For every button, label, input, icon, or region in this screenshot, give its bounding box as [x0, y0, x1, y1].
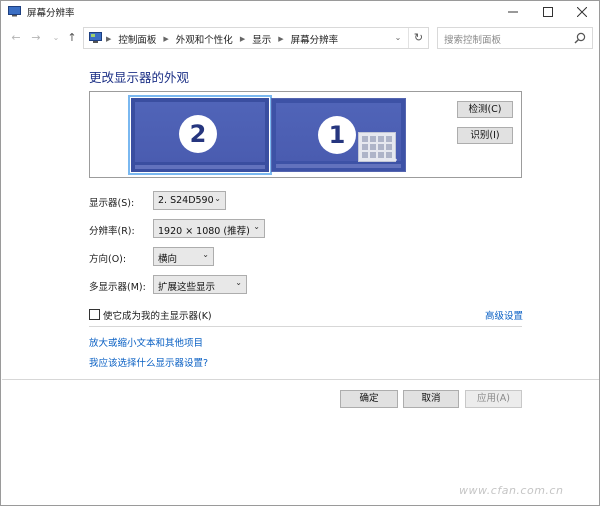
- breadcrumb-control-panel[interactable]: 控制面板: [118, 32, 156, 46]
- maximize-button[interactable]: [531, 1, 565, 23]
- maximize-icon: [543, 7, 553, 17]
- more-dots-icon: •••: [381, 156, 399, 165]
- forward-arrow-icon[interactable]: →: [29, 31, 43, 45]
- monitor-2[interactable]: 2: [128, 95, 272, 175]
- monitor-taskbar: [135, 165, 265, 169]
- up-arrow-icon[interactable]: ↑: [65, 31, 79, 45]
- advanced-settings-link[interactable]: 高级设置: [485, 308, 523, 322]
- address-dropdown-chevron-icon[interactable]: ⌄: [391, 31, 405, 45]
- minimize-button[interactable]: [496, 1, 530, 23]
- multiple-displays-label: 多显示器(M):: [89, 282, 146, 293]
- close-icon: [577, 7, 587, 17]
- breadcrumb: ▶ 控制面板 ▶ 外观和个性化 ▶ 显示 ▶ 屏幕分辨率: [106, 32, 338, 46]
- ok-button[interactable]: 确定: [340, 390, 398, 408]
- chevron-down-icon: ⌄: [253, 222, 260, 231]
- breadcrumb-separator-icon: ▶: [106, 35, 112, 43]
- display-icon: [8, 6, 21, 17]
- which-settings-link[interactable]: 我应该选择什么显示器设置?: [89, 355, 208, 369]
- refresh-icon[interactable]: ↻: [408, 28, 428, 48]
- window-title: 屏幕分辨率: [27, 8, 75, 19]
- divider: [89, 326, 522, 327]
- resolution-select-value: 1920 × 1080 (推荐): [158, 226, 250, 237]
- control-panel-icon: [89, 32, 102, 43]
- breadcrumb-separator-icon: ▶: [278, 35, 284, 43]
- address-bar[interactable]: ▶ 控制面板 ▶ 外观和个性化 ▶ 显示 ▶ 屏幕分辨率 ⌄ ↻: [83, 27, 429, 49]
- identify-button[interactable]: 识别(I): [457, 127, 513, 144]
- cancel-button[interactable]: 取消: [403, 390, 459, 408]
- orientation-select-value: 横向: [158, 254, 178, 265]
- chevron-down-icon: ⌄: [214, 194, 221, 203]
- chevron-down-icon: ⌄: [202, 250, 209, 259]
- title-bar: 屏幕分辨率: [1, 1, 599, 23]
- close-button[interactable]: [565, 1, 599, 23]
- navigation-bar: ← → ⌄ ↑ ▶ 控制面板 ▶ 外观和个性化 ▶ 显示 ▶ 屏幕分辨率 ⌄ ↻: [1, 25, 599, 51]
- recent-locations-chevron-icon[interactable]: ⌄: [49, 31, 63, 45]
- chevron-down-icon: ⌄: [235, 278, 242, 287]
- apply-button[interactable]: 应用(A): [465, 390, 522, 408]
- page-title: 更改显示器的外观: [89, 70, 190, 85]
- monitor-number-badge: 2: [179, 115, 217, 153]
- resolution-label: 分辨率(R):: [89, 226, 135, 237]
- breadcrumb-separator-icon: ▶: [239, 35, 246, 43]
- breadcrumb-display[interactable]: 显示: [252, 32, 271, 46]
- breadcrumb-appearance[interactable]: 外观和个性化: [176, 32, 233, 46]
- primary-display-label: 使它成为我的主显示器(K): [103, 311, 212, 322]
- watermark: www.cfan.com.cn: [459, 484, 564, 497]
- breadcrumb-screen-resolution[interactable]: 屏幕分辨率: [291, 32, 339, 46]
- display-select[interactable]: 2. S24D590 ⌄: [153, 191, 226, 210]
- search-icon: [574, 32, 586, 44]
- monitor-number-badge: 1: [318, 116, 356, 154]
- monitor-1[interactable]: 1 •••: [271, 98, 406, 172]
- multiple-displays-select-value: 扩展这些显示: [158, 282, 216, 293]
- orientation-label: 方向(O):: [89, 254, 127, 265]
- footer-divider: [2, 379, 599, 380]
- multiple-displays-select[interactable]: 扩展这些显示 ⌄: [153, 275, 247, 294]
- text-size-link[interactable]: 放大或缩小文本和其他项目: [89, 335, 203, 349]
- display-select-value: 2. S24D590: [158, 195, 214, 206]
- breadcrumb-separator-icon: ▶: [163, 35, 169, 43]
- search-placeholder: 搜索控制面板: [444, 35, 502, 46]
- minimize-icon: [508, 11, 518, 13]
- back-arrow-icon[interactable]: ←: [9, 31, 23, 45]
- search-input[interactable]: 搜索控制面板: [437, 27, 593, 49]
- detect-button[interactable]: 检测(C): [457, 101, 513, 118]
- window: 屏幕分辨率 ← → ⌄ ↑ ▶ 控制面板 ▶ 外观和个性化 ▶ 显示 ▶ 屏幕分…: [0, 0, 600, 506]
- resolution-select[interactable]: 1920 × 1080 (推荐) ⌄: [153, 219, 265, 238]
- primary-display-checkbox[interactable]: [89, 309, 100, 320]
- display-label: 显示器(S):: [89, 198, 135, 209]
- orientation-select[interactable]: 横向 ⌄: [153, 247, 214, 266]
